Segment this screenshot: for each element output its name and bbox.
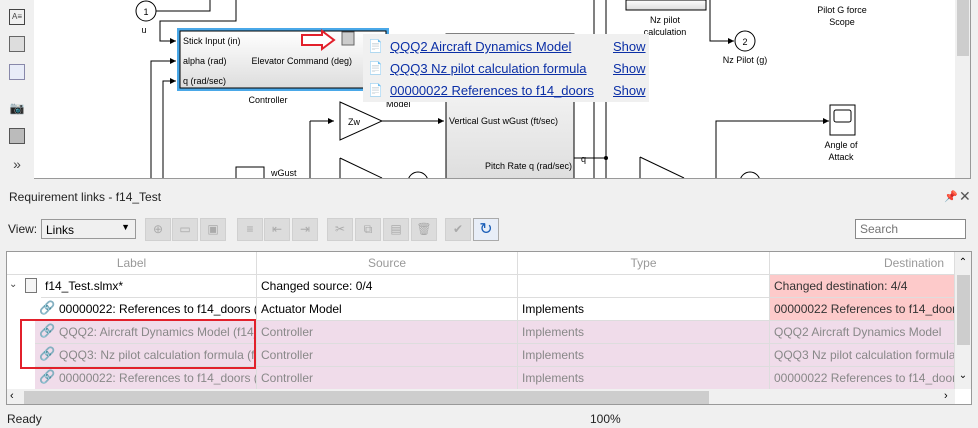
close-icon[interactable]: ✕ <box>959 188 971 205</box>
scroll-up-icon[interactable]: ⌃ <box>955 252 971 275</box>
outport-number: 2 <box>742 37 747 47</box>
table-scroll-thumb[interactable] <box>957 275 970 345</box>
scope-label: Pilot G force <box>817 5 867 15</box>
port-label: Elevator Command (deg) <box>251 56 352 66</box>
model-browser-icon[interactable] <box>9 128 25 144</box>
show-link[interactable]: Show <box>613 83 646 98</box>
search-input[interactable] <box>855 219 966 239</box>
scroll-down-icon[interactable]: ⌄ <box>955 370 971 388</box>
cell-label: 00000022: References to f14_doors (f... <box>35 298 257 321</box>
popup-link[interactable]: QQQ3 Nz pilot calculation formula <box>390 61 587 76</box>
view-value: Links <box>46 223 75 237</box>
inport-label: u <box>141 25 146 35</box>
cell-label: f14_Test.slmx* <box>41 275 257 298</box>
requirement-link-icon: 📄 <box>368 83 383 97</box>
accept-changes-button[interactable]: ✔ <box>445 218 471 241</box>
port-label: q (rad/sec) <box>183 76 226 86</box>
indent-button[interactable]: ⇥ <box>292 218 318 241</box>
scope-label: Attack <box>828 152 854 162</box>
canvas-scroll-thumb[interactable] <box>957 0 969 56</box>
camera-icon[interactable]: 📷 <box>9 100 25 116</box>
requirements-popup: 📄 QQQ2 Aircraft Dynamics Model Show 📄 QQ… <box>363 34 649 102</box>
annotation-icon[interactable]: A≡ <box>9 9 25 25</box>
signal-label: q <box>581 154 586 164</box>
dropdown-arrow-icon: ▼ <box>121 222 130 232</box>
expand-icon[interactable]: » <box>9 156 25 172</box>
save-button[interactable]: ▣ <box>200 218 226 241</box>
popup-link[interactable]: QQQ2 Aircraft Dynamics Model <box>390 39 571 54</box>
collapse-icon[interactable]: ⌄ <box>9 279 17 290</box>
cell-type: Implements <box>518 367 770 390</box>
table-hscroll-thumb[interactable] <box>24 391 709 404</box>
view-label: View: <box>8 222 38 236</box>
cell-destination: QQQ2 Aircraft Dynamics Model <box>770 321 955 344</box>
scroll-right-icon[interactable]: › <box>944 390 948 402</box>
cell-type: Implements <box>518 344 770 367</box>
inport-number: 1 <box>143 7 148 17</box>
outdent-button[interactable]: ⇤ <box>264 218 290 241</box>
gain-zw: Zw <box>348 117 360 127</box>
requirement-badge-icon[interactable] <box>341 31 355 46</box>
highlight-box <box>20 319 256 369</box>
column-header-destination[interactable]: Destination <box>770 252 955 275</box>
cell-destination: Changed destination: 4/4 <box>770 275 955 298</box>
panel-title: Requirement links - f14_Test <box>9 190 162 204</box>
cell-destination: QQQ3 Nz pilot calculation formula <box>770 344 955 367</box>
scope-label: Angle of <box>824 140 858 150</box>
cut-button[interactable]: ✂ <box>327 218 353 241</box>
link-file-icon <box>25 278 37 293</box>
column-header-type[interactable]: Type <box>518 252 770 275</box>
cell-source: Controller <box>257 344 518 367</box>
cell-type: Implements <box>518 321 770 344</box>
nz-label: Nz pilot <box>650 15 681 25</box>
popup-item: 📄 00000022 References to f14_doors Show <box>363 80 649 102</box>
paste-button[interactable]: ▤ <box>383 218 409 241</box>
palette: A≡ 📷 » <box>0 0 34 178</box>
cell-type: Implements <box>518 298 770 321</box>
port-label: Vertical Gust wGust (ft/sec) <box>449 116 558 126</box>
view-select[interactable]: Links ▼ <box>41 219 136 239</box>
wgust-label: wGust <box>270 168 297 178</box>
port-label: alpha (rad) <box>183 56 227 66</box>
cell-source: Controller <box>257 367 518 390</box>
link-icon: 🔗 <box>39 300 56 315</box>
popup-link[interactable]: 00000022 References to f14_doors <box>390 83 594 98</box>
cell-source: Controller <box>257 321 518 344</box>
pin-icon[interactable]: 📌 <box>944 190 958 203</box>
port-label: Stick Input (in) <box>183 36 241 46</box>
delete-button[interactable]: 🗑 <box>411 218 437 241</box>
nz-label: calculation <box>644 27 687 37</box>
new-link-set-button[interactable]: ⊕ <box>145 218 171 241</box>
requirement-link-icon: 📄 <box>368 61 383 75</box>
open-button[interactable]: ▭ <box>172 218 198 241</box>
link-icon: 🔗 <box>39 369 56 384</box>
cell-source: Changed source: 0/4 <box>257 275 518 298</box>
zoom-level: 100% <box>590 412 621 426</box>
add-link-button[interactable]: ≡ <box>237 218 263 241</box>
show-link[interactable]: Show <box>613 61 646 76</box>
port-label: Pitch Rate q (rad/sec) <box>485 161 572 171</box>
column-header-source[interactable]: Source <box>257 252 518 275</box>
refresh-button[interactable]: ↻ <box>473 218 499 241</box>
image-icon[interactable] <box>9 36 25 52</box>
cell-type <box>518 275 770 298</box>
requirement-link-icon: 📄 <box>368 39 383 53</box>
cell-label: 00000022: References to f14_doors (f... <box>35 367 257 390</box>
status-text: Ready <box>7 412 42 426</box>
cell-source: Actuator Model <box>257 298 518 321</box>
area-icon[interactable] <box>9 64 25 80</box>
column-header-label[interactable]: Label <box>7 252 257 275</box>
outport-label: Nz Pilot (g) <box>723 55 768 65</box>
show-link[interactable]: Show <box>613 39 646 54</box>
cell-destination: 00000022 References to f14_doors <box>770 298 955 321</box>
controller-label: Controller <box>248 95 287 105</box>
cell-destination: 00000022 References to f14_doors <box>770 367 955 390</box>
popup-item: 📄 QQQ2 Aircraft Dynamics Model Show <box>363 36 649 58</box>
scope-label: Scope <box>829 17 855 27</box>
copy-button[interactable]: ⧉ <box>355 218 381 241</box>
popup-item: 📄 QQQ3 Nz pilot calculation formula Show <box>363 58 649 80</box>
scroll-left-icon[interactable]: ‹ <box>10 390 14 402</box>
